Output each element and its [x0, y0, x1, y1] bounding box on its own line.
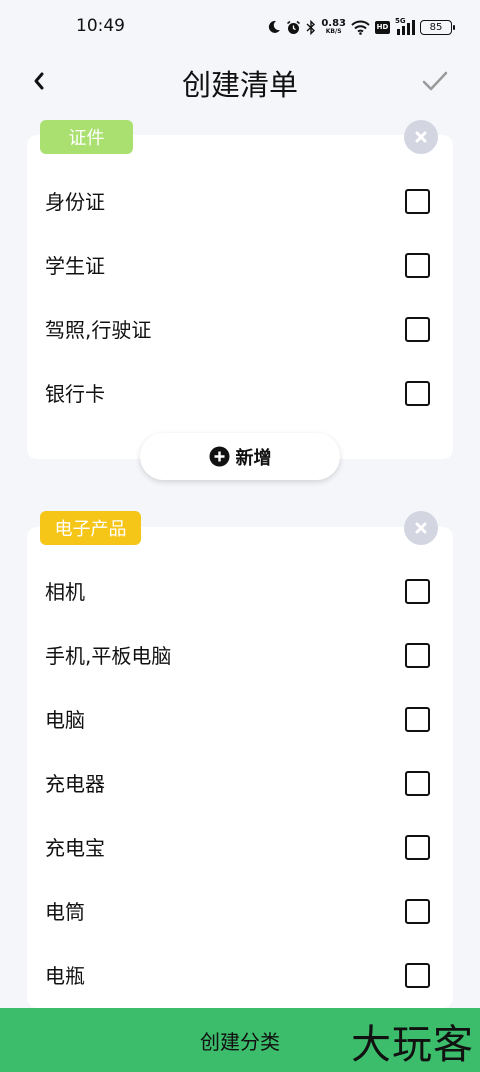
status-icons: 0.83 KB/S HD 5G 85 — [267, 16, 455, 38]
moon-icon — [269, 20, 281, 33]
list-item[interactable]: 驾照,行驶证 — [27, 298, 453, 362]
list-item[interactable]: 电脑 — [27, 688, 453, 752]
net-speed-unit: KB/S — [325, 28, 342, 35]
signal-indicator: 5G — [395, 17, 415, 35]
create-category-label: 创建分类 — [200, 1029, 280, 1054]
add-item-button[interactable]: 新增 — [140, 433, 340, 480]
check-icon — [422, 71, 448, 91]
item-checkbox[interactable] — [405, 771, 430, 796]
add-item-label: 新增 — [235, 447, 272, 469]
item-checkbox[interactable] — [405, 899, 430, 924]
item-checkbox[interactable] — [405, 579, 430, 604]
list-item[interactable]: 电筒 — [27, 880, 453, 944]
battery-level: 85 — [429, 21, 443, 33]
category-tag[interactable]: 证件 — [40, 120, 133, 154]
status-time: 10:49 — [76, 16, 125, 36]
item-checkbox[interactable] — [405, 835, 430, 860]
item-label: 电瓶 — [45, 964, 85, 988]
item-label: 驾照,行驶证 — [45, 318, 152, 342]
item-label: 银行卡 — [45, 382, 105, 406]
delete-category-button[interactable] — [404, 511, 438, 545]
list-item[interactable]: 身份证 — [27, 170, 453, 234]
list-item[interactable]: 银行卡 — [27, 362, 453, 426]
hd-badge: HD — [375, 20, 390, 34]
net-speed: 0.83 KB/S — [321, 19, 346, 35]
item-checkbox[interactable] — [405, 963, 430, 988]
item-label: 电脑 — [45, 708, 85, 732]
list-item[interactable]: 电瓶 — [27, 944, 453, 1008]
item-checkbox[interactable] — [405, 643, 430, 668]
watermark: 大玩客 — [351, 1022, 474, 1068]
item-label: 充电宝 — [45, 836, 105, 860]
item-checkbox[interactable] — [405, 381, 430, 406]
item-checkbox[interactable] — [405, 707, 430, 732]
close-icon — [415, 522, 427, 534]
item-label: 身份证 — [45, 190, 105, 214]
item-checkbox[interactable] — [405, 253, 430, 278]
list-item[interactable]: 相机 — [27, 560, 453, 624]
wifi-icon — [351, 20, 370, 35]
item-checkbox[interactable] — [405, 317, 430, 342]
delete-category-button[interactable] — [404, 120, 438, 154]
item-label: 学生证 — [45, 254, 105, 278]
confirm-button[interactable] — [420, 66, 450, 96]
close-icon — [415, 131, 427, 143]
bluetooth-icon — [306, 19, 316, 35]
category-tag[interactable]: 电子产品 — [40, 511, 141, 545]
alarm-icon — [287, 20, 301, 34]
list-item[interactable]: 学生证 — [27, 234, 453, 298]
battery-indicator: 85 — [420, 19, 455, 35]
list-item[interactable]: 充电宝 — [27, 816, 453, 880]
list-item[interactable]: 手机,平板电脑 — [27, 624, 453, 688]
list-item[interactable]: 充电器 — [27, 752, 453, 816]
item-label: 电筒 — [45, 900, 85, 924]
item-label: 充电器 — [45, 772, 105, 796]
item-label: 相机 — [45, 580, 85, 604]
signal-icon — [397, 19, 415, 35]
item-label: 手机,平板电脑 — [45, 644, 172, 668]
plus-circle-icon — [209, 446, 229, 467]
item-checkbox[interactable] — [405, 189, 430, 214]
page-title: 创建清单 — [181, 68, 298, 102]
header: 创建清单 — [0, 56, 480, 106]
status-bar: 10:49 0.83 KB/S HD 5G 85 — [0, 0, 480, 56]
